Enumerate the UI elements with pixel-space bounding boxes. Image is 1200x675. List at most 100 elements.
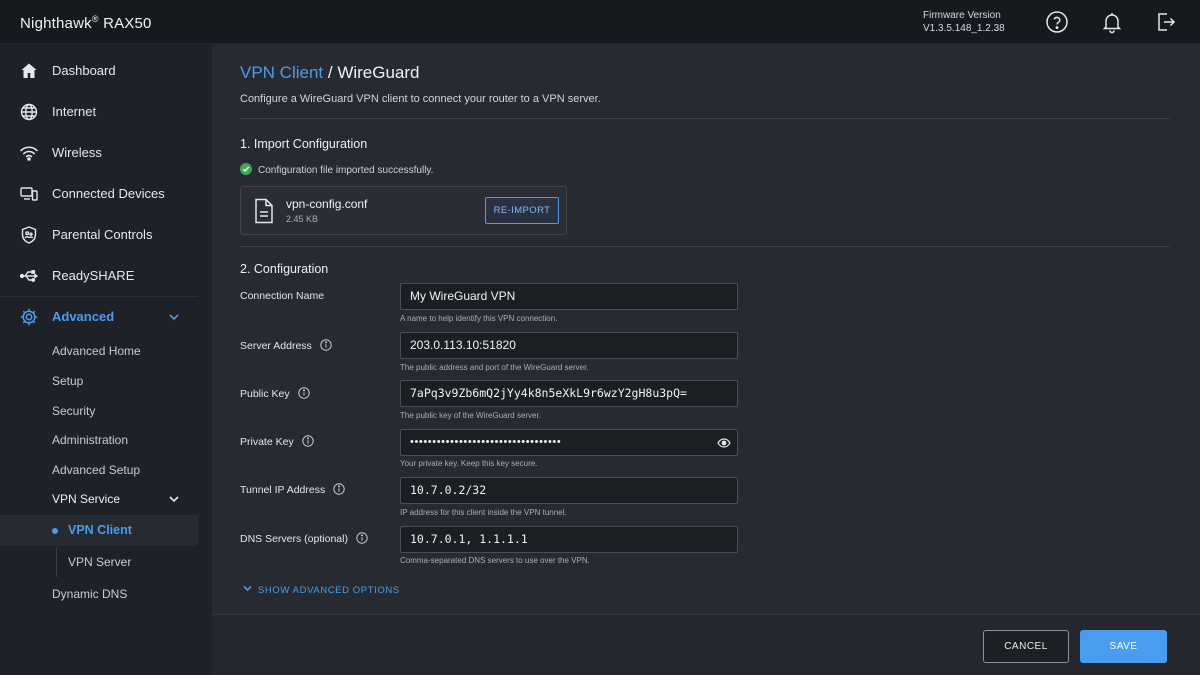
sidebar-subitem-label: VPN Service <box>52 492 121 506</box>
success-text: Configuration file imported successfully… <box>258 165 434 176</box>
sidebar-subitem-vpn-service[interactable]: VPN Service <box>0 485 198 513</box>
imported-file-card: vpn-config.conf 2.45 KB RE-IMPORT <box>240 186 567 235</box>
home-icon <box>19 61 39 81</box>
private-key-label: Private Key <box>240 435 314 448</box>
brand-title: Nighthawk® RAX50 <box>20 14 152 32</box>
check-circle-icon <box>240 163 252 175</box>
sidebar-item-readyshare[interactable]: ReadySHARE <box>0 256 198 296</box>
server-address-help: The public address and port of the WireG… <box>400 363 589 372</box>
gear-icon <box>19 307 39 327</box>
sidebar-subitem-label: Security <box>52 404 96 418</box>
connection-name-label: Connection Name <box>240 290 324 302</box>
bell-icon[interactable] <box>1100 10 1124 34</box>
brand-name: Nighthawk <box>20 15 92 32</box>
connection-name-field[interactable]: My WireGuard VPN <box>400 283 738 310</box>
firmware-info: Firmware Version V1.3.5.148_1.2.38 <box>923 9 1005 35</box>
divider <box>240 246 1170 247</box>
sidebar-subitem-vpn-client[interactable]: VPN Client <box>0 515 198 546</box>
chevron-down-icon[interactable] <box>166 309 182 325</box>
sidebar-subitem-label: Dynamic DNS <box>52 587 128 601</box>
sidebar-subitem-setup[interactable]: Setup <box>0 367 198 395</box>
file-size: 2.45 KB <box>286 214 319 224</box>
active-dot-icon <box>52 528 58 534</box>
parental-icon <box>19 225 39 245</box>
sidebar-subitem-dynamic-dns[interactable]: Dynamic DNS <box>0 580 198 608</box>
brand-model: RAX50 <box>103 15 152 32</box>
info-icon[interactable] <box>297 387 310 399</box>
cancel-button[interactable]: CANCEL <box>983 630 1069 663</box>
info-icon[interactable] <box>333 483 345 495</box>
section-title-configuration: 2. Configuration <box>240 262 329 276</box>
sidebar-item-label: Wireless <box>52 145 102 160</box>
sidebar-subitem-administration[interactable]: Administration <box>0 426 198 454</box>
sidebar-subitem-advanced-setup[interactable]: Advanced Setup <box>0 456 198 484</box>
breadcrumb: VPN Client / WireGuard <box>240 63 420 83</box>
breadcrumb-separator: / <box>323 63 338 82</box>
field-label-text: Tunnel IP Address <box>240 484 326 496</box>
firmware-version: V1.3.5.148_1.2.38 <box>923 23 1005 34</box>
public-key-help: The public key of the WireGuard server. <box>400 411 541 420</box>
sidebar-subitem-label: VPN Client <box>68 523 132 537</box>
sidebar-subitem-label: Administration <box>52 433 129 447</box>
main-content: VPN Client / WireGuard Configure a WireG… <box>212 44 1200 675</box>
sidebar-item-label: Connected Devices <box>52 186 165 201</box>
sidebar-item-label: Parental Controls <box>52 227 153 242</box>
file-icon <box>255 198 273 224</box>
private-key-field[interactable]: •••••••••••••••••••••••••••••••••• <box>400 429 738 456</box>
globe-icon <box>19 102 39 122</box>
tunnel-ip-field[interactable]: 10.7.0.2/32 <box>400 477 738 504</box>
info-icon[interactable] <box>356 532 368 544</box>
info-icon[interactable] <box>302 435 314 447</box>
firmware-label: Firmware Version <box>923 10 1001 21</box>
tunnel-ip-label: Tunnel IP Address <box>240 483 345 496</box>
server-address-field[interactable]: 203.0.113.10:51820 <box>400 332 738 359</box>
public-key-label: Public Key <box>240 387 310 400</box>
action-footer: CANCEL SAVE <box>212 614 1200 675</box>
sidebar-item-parental-controls[interactable]: Parental Controls <box>0 215 198 255</box>
sidebar-item-label: ReadySHARE <box>52 268 135 283</box>
brand-mark: ® <box>91 14 99 24</box>
sidebar: Dashboard Internet Wireless Connected De… <box>0 44 212 675</box>
eye-icon[interactable] <box>717 436 731 450</box>
chevron-down-icon[interactable] <box>166 491 182 507</box>
usb-icon <box>19 266 39 286</box>
import-success-message: Configuration file imported successfully… <box>240 163 433 176</box>
sidebar-item-wireless[interactable]: Wireless <box>0 133 198 173</box>
reimport-button[interactable]: RE-IMPORT <box>485 197 559 224</box>
logout-icon[interactable] <box>1154 10 1178 34</box>
sidebar-item-label: Advanced <box>52 309 115 324</box>
private-key-masked-value: •••••••••••••••••••••••••••••••••• <box>410 436 562 448</box>
tunnel-ip-help: IP address for this client inside the VP… <box>400 508 567 517</box>
sidebar-item-connected-devices[interactable]: Connected Devices <box>0 174 198 214</box>
sidebar-subitem-vpn-server[interactable]: VPN Server <box>0 548 198 576</box>
show-advanced-options-toggle[interactable]: SHOW ADVANCED OPTIONS <box>242 583 400 596</box>
divider <box>240 118 1170 119</box>
sidebar-item-advanced[interactable]: Advanced <box>0 297 198 337</box>
field-label-text: Private Key <box>240 436 294 448</box>
sidebar-item-dashboard[interactable]: Dashboard <box>0 51 198 91</box>
dns-servers-label: DNS Servers (optional) <box>240 532 368 545</box>
field-label-text: Public Key <box>240 388 290 400</box>
chevron-down-icon <box>243 585 252 592</box>
sidebar-subitem-label: Advanced Setup <box>52 463 141 477</box>
server-address-label: Server Address <box>240 339 332 352</box>
devices-icon <box>19 184 39 204</box>
public-key-field[interactable]: 7aPq3v9Zb6mQ2jYy4k8n5eXkL9r6wzY2gH8u3pQ= <box>400 380 738 407</box>
sidebar-subitem-advanced-home[interactable]: Advanced Home <box>0 337 198 365</box>
breadcrumb-current: WireGuard <box>337 63 420 82</box>
breadcrumb-link[interactable]: VPN Client <box>240 63 323 82</box>
sidebar-item-label: Dashboard <box>52 63 116 78</box>
info-icon[interactable] <box>320 339 332 351</box>
dns-servers-field[interactable]: 10.7.0.1, 1.1.1.1 <box>400 526 738 553</box>
save-button[interactable]: SAVE <box>1080 630 1167 663</box>
field-label-text: Connection Name <box>240 290 325 302</box>
top-bar: Nighthawk® RAX50 Firmware Version V1.3.5… <box>0 0 1200 44</box>
dns-servers-help: Comma-separated DNS servers to use over … <box>400 556 590 565</box>
help-icon[interactable] <box>1045 10 1069 34</box>
file-name: vpn-config.conf <box>286 197 368 211</box>
sidebar-item-internet[interactable]: Internet <box>0 92 198 132</box>
field-label-text: Server Address <box>240 340 312 352</box>
page-description: Configure a WireGuard VPN client to conn… <box>240 93 601 105</box>
private-key-help: Your private key. Keep this key secure. <box>400 459 538 468</box>
sidebar-subitem-security[interactable]: Security <box>0 397 198 425</box>
